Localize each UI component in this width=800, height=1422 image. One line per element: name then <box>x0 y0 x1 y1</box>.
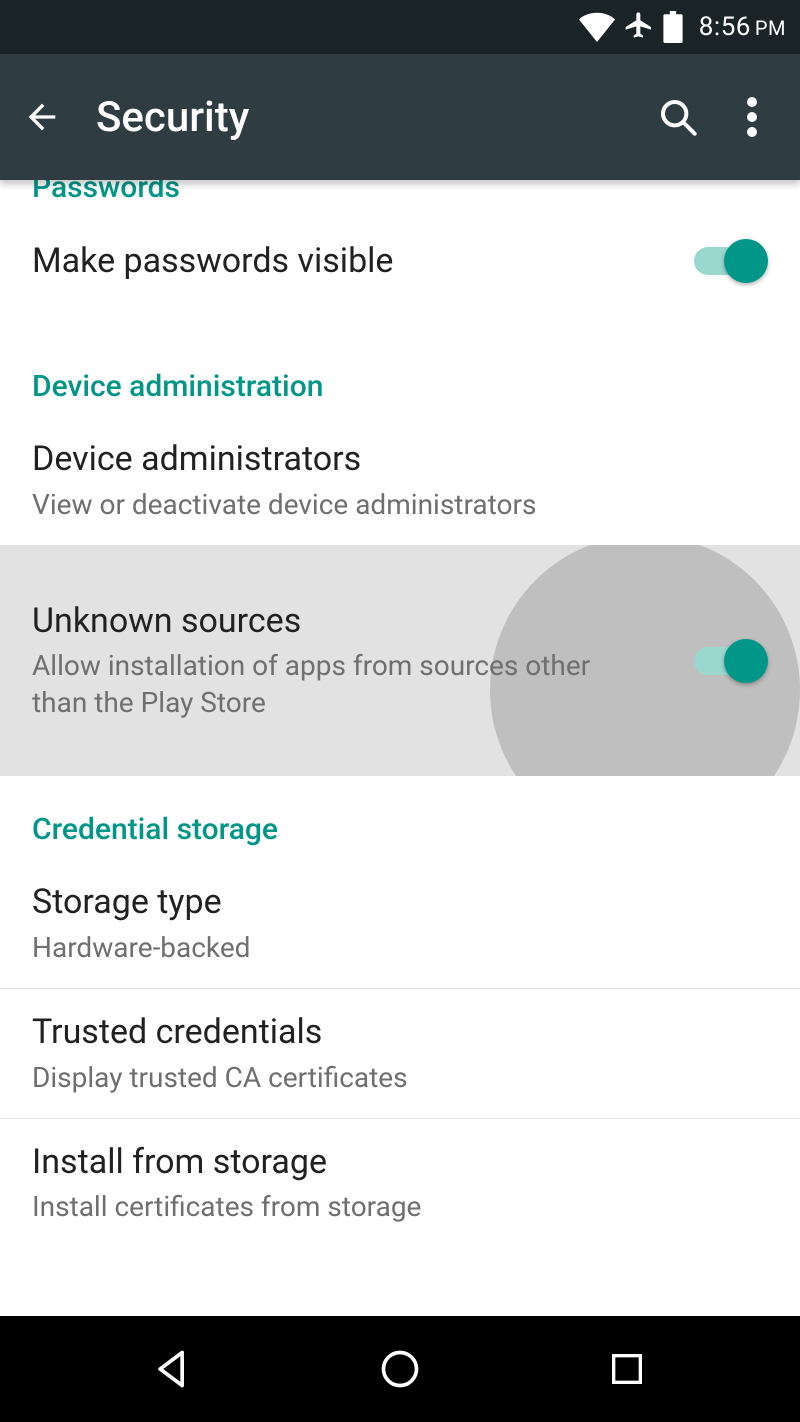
row-unknown-sources[interactable]: Unknown sources Allow installation of ap… <box>0 545 800 776</box>
row-subtitle: Hardware-backed <box>32 930 768 966</box>
page-title: Security <box>96 93 654 142</box>
appbar-actions <box>654 93 776 141</box>
row-title: Device administrators <box>32 438 768 481</box>
section-header-credential-storage: Credential storage <box>0 776 800 859</box>
overflow-button[interactable] <box>728 93 776 141</box>
row-install-from-storage[interactable]: Install from storage Install certificate… <box>0 1119 800 1248</box>
row-text: Storage type Hardware-backed <box>32 881 768 966</box>
nav-recents-button[interactable] <box>599 1341 655 1397</box>
settings-list[interactable]: Passwords Make passwords visible Device … <box>0 180 800 1316</box>
status-time-value: 8:56 <box>699 12 751 42</box>
row-subtitle: Display trusted CA certificates <box>32 1060 768 1096</box>
back-button[interactable] <box>18 93 66 141</box>
row-make-passwords-visible[interactable]: Make passwords visible <box>0 217 800 305</box>
arrow-back-icon <box>22 97 62 137</box>
navigation-bar <box>0 1316 800 1422</box>
row-title: Trusted credentials <box>32 1011 768 1054</box>
status-time: 8:56PM <box>699 12 786 42</box>
status-time-ampm: PM <box>755 16 786 40</box>
switch-make-passwords-visible[interactable] <box>688 239 768 283</box>
nav-back-button[interactable] <box>145 1341 201 1397</box>
battery-icon <box>663 11 683 43</box>
row-device-administrators[interactable]: Device administrators View or deactivate… <box>0 416 800 545</box>
section-header-passwords: Passwords <box>0 180 800 217</box>
row-subtitle: Allow installation of apps from sources … <box>32 648 592 721</box>
nav-back-icon <box>151 1347 195 1391</box>
row-text: Device administrators View or deactivate… <box>32 438 768 523</box>
more-vert-icon <box>747 97 757 137</box>
nav-home-icon <box>378 1347 422 1391</box>
nav-home-button[interactable] <box>372 1341 428 1397</box>
row-storage-type[interactable]: Storage type Hardware-backed <box>0 859 800 988</box>
search-icon <box>658 97 698 137</box>
row-title: Install from storage <box>32 1141 768 1184</box>
row-trusted-credentials[interactable]: Trusted credentials Display trusted CA c… <box>0 989 800 1118</box>
row-subtitle: Install certificates from storage <box>32 1189 768 1225</box>
row-text: Install from storage Install certificate… <box>32 1141 768 1226</box>
nav-recents-icon <box>607 1349 647 1389</box>
row-text: Unknown sources Allow installation of ap… <box>32 600 668 721</box>
row-text: Make passwords visible <box>32 240 668 283</box>
row-text: Trusted credentials Display trusted CA c… <box>32 1011 768 1096</box>
row-title: Make passwords visible <box>32 240 668 283</box>
row-title: Storage type <box>32 881 768 924</box>
search-button[interactable] <box>654 93 702 141</box>
switch-unknown-sources[interactable] <box>688 639 768 683</box>
section-header-device-admin: Device administration <box>0 345 800 416</box>
status-bar: 8:56PM <box>0 0 800 54</box>
wifi-icon <box>579 12 615 42</box>
switch-thumb <box>724 639 768 683</box>
row-subtitle: View or deactivate device administrators <box>32 487 768 523</box>
switch-thumb <box>724 239 768 283</box>
app-bar: Security <box>0 54 800 180</box>
row-title: Unknown sources <box>32 600 668 643</box>
airplane-icon <box>623 11 655 43</box>
